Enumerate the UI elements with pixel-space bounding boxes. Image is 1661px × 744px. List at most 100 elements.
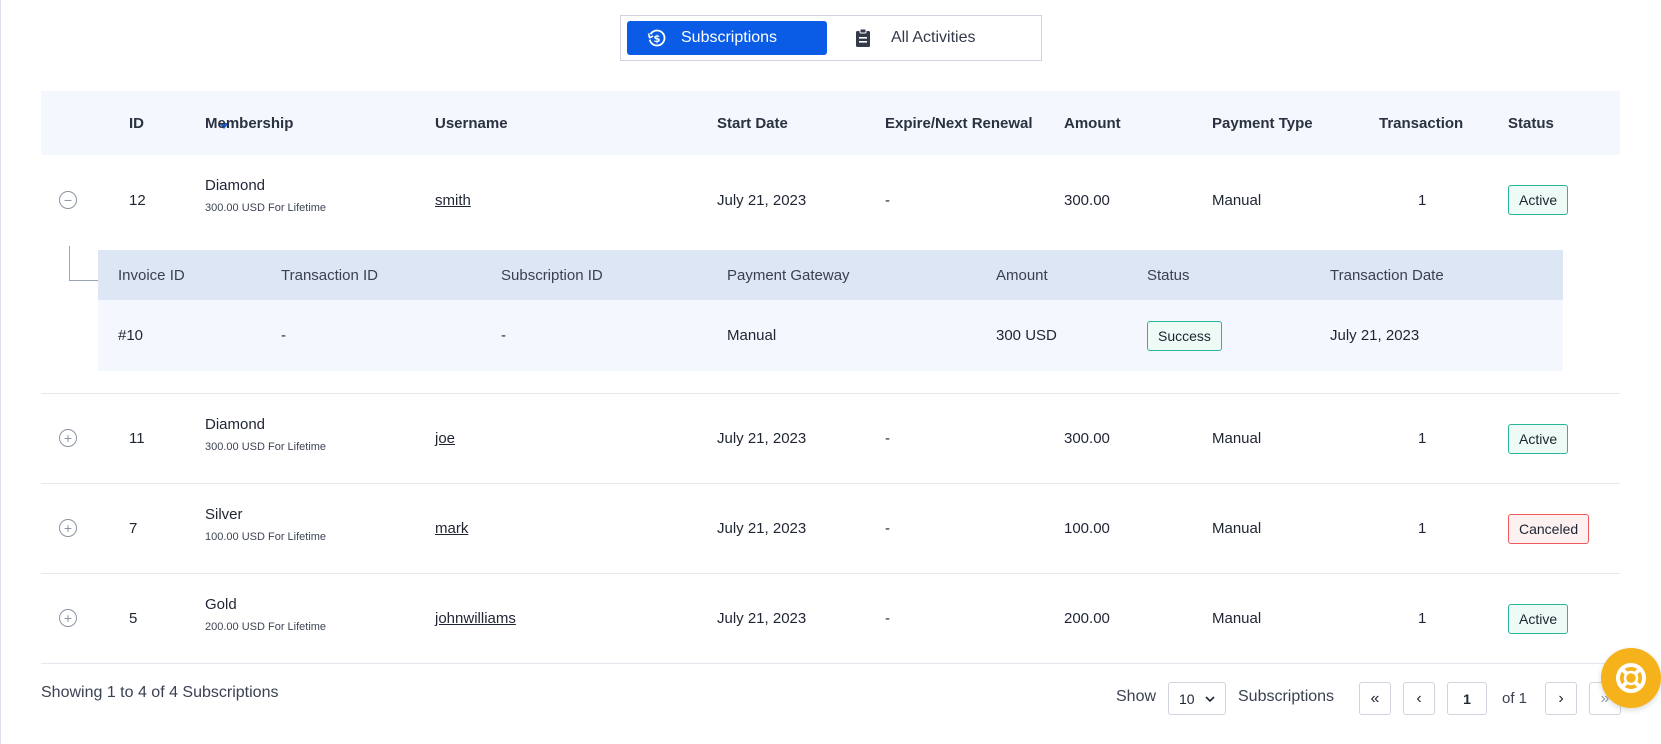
sub-header-transaction-id: Transaction ID xyxy=(281,266,378,284)
expire-date: - xyxy=(885,520,890,537)
help-lifebuoy-button[interactable] xyxy=(1601,648,1661,708)
row-id: 7 xyxy=(129,520,138,537)
lifebuoy-icon xyxy=(1616,663,1646,693)
table-row: − 12 Diamond 300.00 USD For Lifetime smi… xyxy=(41,155,1620,245)
transaction-count: 1 xyxy=(1418,610,1427,627)
invoice-id: #10 xyxy=(118,327,144,344)
tab-label: Subscriptions xyxy=(681,29,778,46)
payment-type: Manual xyxy=(1212,520,1262,537)
table-row: + 5 Gold 200.00 USD For Lifetime johnwil… xyxy=(41,574,1620,663)
status-badge: Active xyxy=(1508,603,1569,634)
sub-header-subscription-id: Subscription ID xyxy=(501,266,603,284)
transaction-count: 1 xyxy=(1418,430,1427,447)
start-date: July 21, 2023 xyxy=(717,191,807,209)
sub-header-transaction-date: Transaction Date xyxy=(1330,266,1444,284)
svg-text:$: $ xyxy=(654,34,661,45)
membership-name: Diamond xyxy=(205,177,266,194)
page-number-input[interactable]: 1 xyxy=(1447,682,1487,715)
payment-type: Manual xyxy=(1212,430,1262,447)
sub-header-status: Status xyxy=(1147,266,1190,284)
next-page-button[interactable]: › xyxy=(1545,682,1577,715)
status-badge: Canceled xyxy=(1508,513,1590,544)
transaction-id: - xyxy=(281,327,286,344)
table-header: ID Membership Username Start Date Expire… xyxy=(41,91,1620,155)
total-pages-label: of 1 xyxy=(1502,690,1528,707)
tab-all-activities[interactable]: All Activities xyxy=(853,21,1033,55)
amount: 300.00 xyxy=(1064,191,1110,209)
payment-type: Manual xyxy=(1212,610,1262,627)
payment-type: Manual xyxy=(1212,191,1262,209)
membership-name: Gold xyxy=(205,596,237,613)
per-page-select[interactable]: 10 xyxy=(1168,682,1226,715)
prev-page-button[interactable]: ‹ xyxy=(1403,682,1435,715)
show-label: Show xyxy=(1116,688,1157,705)
tree-connector xyxy=(69,280,98,281)
column-header-id[interactable]: ID xyxy=(129,91,144,155)
column-header-start-date[interactable]: Start Date xyxy=(717,91,788,155)
subscription-id: - xyxy=(501,327,506,344)
membership-cell: Silver 100.00 USD For Lifetime xyxy=(205,506,326,543)
username-link[interactable]: johnwilliams xyxy=(435,610,516,627)
subscription-icon: $ xyxy=(647,28,667,48)
tab-label: All Activities xyxy=(891,29,976,46)
view-tabs: $ Subscriptions All Activities xyxy=(620,15,1042,61)
transaction-amount: 300 USD xyxy=(996,327,1057,344)
membership-price: 300.00 USD For Lifetime xyxy=(205,441,327,453)
per-page-value: 10 xyxy=(1179,690,1195,707)
row-id: 11 xyxy=(129,430,145,447)
start-date: July 21, 2023 xyxy=(717,520,807,537)
amount: 100.00 xyxy=(1064,520,1110,537)
column-header-expire[interactable]: Expire/Next Renewal xyxy=(885,91,1033,155)
expire-date: - xyxy=(885,430,890,447)
payment-gateway: Manual xyxy=(727,327,777,344)
transaction-date: July 21, 2023 xyxy=(1330,327,1420,344)
membership-price: 300.00 USD For Lifetime xyxy=(205,202,327,214)
start-date: July 21, 2023 xyxy=(717,610,807,627)
transactions-subtable-header: Invoice ID Transaction ID Subscription I… xyxy=(98,250,1563,300)
chevron-down-icon xyxy=(1204,692,1216,708)
expand-row-icon[interactable]: + xyxy=(59,429,77,447)
amount: 200.00 xyxy=(1064,610,1110,627)
column-header-username[interactable]: Username xyxy=(435,91,508,155)
per-page-unit-label: Subscriptions xyxy=(1238,688,1335,705)
membership-cell: Diamond 300.00 USD For Lifetime xyxy=(205,177,326,214)
row-divider xyxy=(41,663,1620,664)
sub-header-invoice-id: Invoice ID xyxy=(118,266,185,284)
membership-name: Diamond xyxy=(205,416,266,433)
first-page-button[interactable]: « xyxy=(1359,682,1391,715)
membership-price: 100.00 USD For Lifetime xyxy=(205,531,327,543)
column-header-membership[interactable]: Membership xyxy=(205,91,293,155)
membership-name: Silver xyxy=(205,506,243,523)
membership-price: 200.00 USD For Lifetime xyxy=(205,621,327,633)
row-id: 12 xyxy=(129,191,146,209)
sub-header-amount: Amount xyxy=(996,266,1048,284)
username-link[interactable]: smith xyxy=(435,192,471,209)
transaction-status-badge: Success xyxy=(1147,320,1222,351)
transaction-count: 1 xyxy=(1418,191,1427,209)
membership-cell: Gold 200.00 USD For Lifetime xyxy=(205,596,326,633)
column-header-status[interactable]: Status xyxy=(1508,91,1554,155)
expire-date: - xyxy=(885,610,890,627)
column-header-amount[interactable]: Amount xyxy=(1064,91,1121,155)
transactions-subtable-row: #10 - - Manual 300 USD Success July 21, … xyxy=(98,300,1563,371)
expand-row-icon[interactable]: + xyxy=(59,519,77,537)
clipboard-icon xyxy=(853,28,873,48)
amount: 300.00 xyxy=(1064,430,1110,447)
expand-row-icon[interactable]: + xyxy=(59,609,77,627)
membership-cell: Diamond 300.00 USD For Lifetime xyxy=(205,416,326,453)
column-header-transaction[interactable]: Transaction xyxy=(1379,91,1463,155)
column-header-payment-type[interactable]: Payment Type xyxy=(1212,91,1313,155)
sub-header-payment-gateway: Payment Gateway xyxy=(727,266,850,284)
tree-connector xyxy=(69,246,70,281)
tab-subscriptions[interactable]: $ Subscriptions xyxy=(627,21,827,55)
transaction-count: 1 xyxy=(1418,520,1427,537)
username-link[interactable]: joe xyxy=(435,430,455,447)
collapse-row-icon[interactable]: − xyxy=(59,191,77,209)
table-row: + 11 Diamond 300.00 USD For Lifetime joe… xyxy=(41,394,1620,483)
username-link[interactable]: mark xyxy=(435,520,468,537)
row-id: 5 xyxy=(129,610,138,627)
start-date: July 21, 2023 xyxy=(717,430,807,447)
frame-border xyxy=(0,0,1,744)
status-badge: Active xyxy=(1508,185,1569,215)
table-row: + 7 Silver 100.00 USD For Lifetime mark … xyxy=(41,484,1620,573)
